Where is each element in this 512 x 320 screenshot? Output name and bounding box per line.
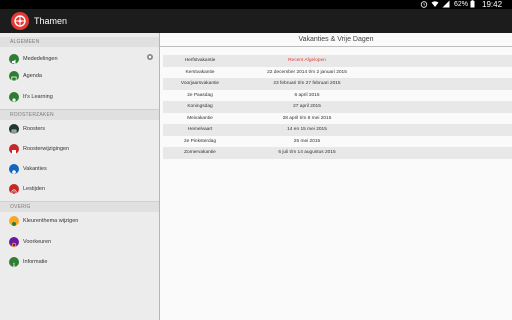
signal-icon — [442, 0, 450, 9]
main-content: Vakanties & Vrije Dagen Herfstvakantie R… — [160, 33, 512, 320]
grid-icon — [9, 124, 19, 135]
vacation-dates: 22 december 2014 t/m 2 januari 2015 — [267, 69, 347, 75]
learning-icon — [9, 92, 19, 102]
drawer-item-label: Voorkeuren — [23, 239, 52, 245]
vacation-dates: 6 april 2015 — [294, 92, 320, 98]
drawer-item-label: It's Learning — [23, 94, 53, 100]
vacation-dates: 27 april 2015 — [293, 104, 321, 109]
table-row: Zomervakantie 6 juli t/m 14 augustus 201… — [163, 147, 512, 159]
table-row: Koningsdag 27 april 2015 — [163, 101, 512, 113]
drawer-item-label: Vakanties — [23, 166, 47, 172]
vacation-name: 2e Pinksterdag — [184, 138, 216, 144]
calendar-icon — [9, 71, 19, 82]
drawer-item-roosters[interactable]: Roosters — [0, 119, 159, 139]
vacation-dates: 28 april t/m 8 mei 2015 — [282, 115, 332, 121]
drawer-item-label: Informatie — [23, 259, 48, 265]
vacation-name: Koningsdag — [187, 104, 213, 109]
alarm-icon — [420, 0, 428, 9]
clock-time: 19:42 — [482, 0, 503, 9]
table-row: Voorjaarsvakantie 23 februari t/m 27 feb… — [163, 78, 512, 90]
vacation-dates: 25 mei 2015 — [293, 138, 321, 144]
vacation-name: Meivakantie — [187, 115, 213, 121]
vacation-dates: 6 juli t/m 14 augustus 2015 — [278, 150, 336, 155]
drawer-item-its-learning[interactable]: It's Learning — [0, 87, 159, 107]
settings-icon — [9, 237, 19, 248]
table-row: Kerstvakantie 22 december 2014 t/m 2 jan… — [163, 67, 512, 79]
drawer-item-agenda[interactable]: Agenda — [0, 66, 159, 86]
drawer-item-kleurenthema[interactable]: Kleurenthema wijzigen — [0, 211, 159, 231]
drawer-item-vakanties[interactable]: Vakanties — [0, 159, 159, 179]
drawer-item-label: Lestijden — [23, 186, 46, 192]
clock-icon — [9, 184, 19, 195]
table-row: 2e Paasdag 6 april 2015 — [163, 90, 512, 102]
battery-label: 62% — [454, 1, 469, 8]
table-row: Hemelvaart 14 en 15 mei 2015 — [163, 124, 512, 136]
drawer-item-label: Roosterwijzigingen — [23, 146, 70, 152]
navigation-drawer: ALGEMEEN Mededelingen Agenda It's Learni… — [0, 33, 160, 320]
vacation-name: Zomervakantie — [184, 150, 216, 155]
vacation-name: Herfstvakantie — [184, 58, 216, 63]
vacation-name: Kerstvakantie — [185, 69, 215, 75]
vacation-table: Herfstvakantie Recent Afgelopen Kerstvak… — [160, 53, 512, 193]
vacation-name: Hemelvaart — [187, 127, 213, 132]
drawer-item-informatie[interactable]: Informatie — [0, 252, 159, 272]
notification-badge-icon — [147, 54, 153, 60]
title-divider — [160, 46, 512, 47]
info-icon — [9, 257, 19, 268]
battery-icon — [470, 0, 475, 9]
drawer-item-label: Kleurenthema wijzigen — [23, 218, 79, 224]
status-bar: 62% 19:42 — [0, 0, 512, 9]
drawer-item-label: Roosters — [23, 126, 46, 132]
vacation-dates: Recent Afgelopen — [288, 58, 326, 63]
sun-icon — [9, 164, 19, 174]
change-icon — [9, 144, 19, 154]
drawer-item-label: Agenda — [23, 73, 42, 79]
drawer-item-voorkeuren[interactable]: Voorkeuren — [0, 232, 159, 252]
megaphone-icon — [9, 54, 19, 65]
app-logo-icon[interactable] — [11, 12, 29, 30]
action-bar: Thamen — [0, 9, 512, 33]
table-row: Herfstvakantie Recent Afgelopen — [163, 55, 512, 67]
table-row: 2e Pinksterdag 25 mei 2015 — [163, 136, 512, 148]
wifi-icon — [431, 0, 439, 9]
app-title: Thamen — [34, 16, 68, 26]
drawer-item-lestijden[interactable]: Lestijden — [0, 179, 159, 199]
page-title: Vakanties & Vrije Dagen — [298, 36, 374, 43]
vacation-dates: 14 en 15 mei 2015 — [287, 127, 327, 132]
palette-icon — [9, 216, 19, 226]
vacation-dates: 23 februari t/m 27 februari 2015 — [273, 81, 341, 86]
vacation-name: Voorjaarsvakantie — [180, 81, 220, 86]
section-header-general: ALGEMEEN — [0, 37, 159, 47]
drawer-item-roosterwijzigingen[interactable]: Roosterwijzigingen — [0, 139, 159, 159]
table-row: Meivakantie 28 april t/m 8 mei 2015 — [163, 113, 512, 125]
vacation-name: 2e Paasdag — [187, 92, 213, 98]
